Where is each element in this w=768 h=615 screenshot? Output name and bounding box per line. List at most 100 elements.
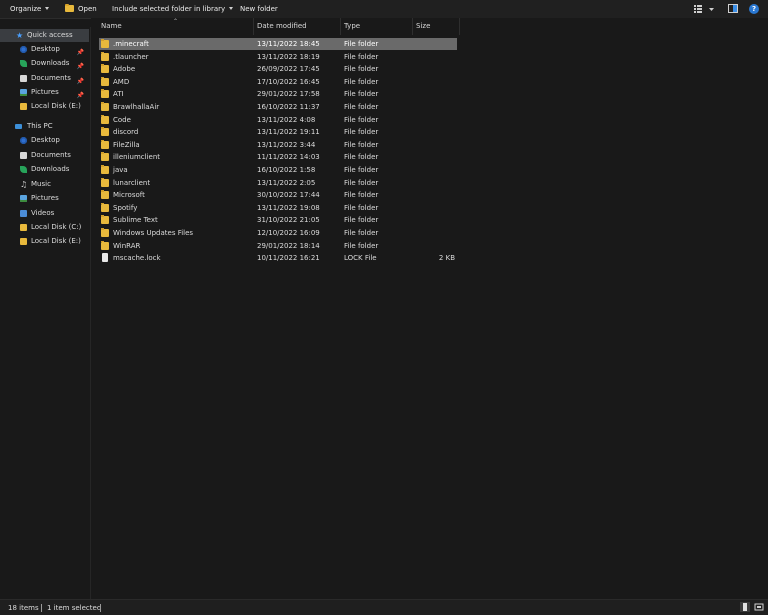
file-row[interactable]: Code 13/11/2022 4:08 File folder xyxy=(99,114,457,126)
file-date: 11/11/2022 14:03 xyxy=(257,153,320,162)
pictures-icon xyxy=(20,195,27,202)
details-view-button[interactable] xyxy=(740,602,750,612)
documents-icon xyxy=(20,75,27,82)
file-date: 13/11/2022 2:05 xyxy=(257,178,316,187)
file-date: 26/09/2022 17:45 xyxy=(257,65,320,74)
folder-icon xyxy=(101,89,109,99)
column-header-type[interactable]: Type xyxy=(344,18,409,35)
file-row[interactable]: mscache.lock 10/11/2022 16:21 LOCK File 2 K… xyxy=(99,252,457,264)
file-date: 31/10/2022 21:05 xyxy=(257,216,320,225)
nav-this-pc[interactable]: This PC xyxy=(0,120,89,133)
nav-item-label: Desktop xyxy=(31,136,60,144)
column-header-name[interactable]: Name xyxy=(101,18,251,35)
selection-count: 1 item selected xyxy=(47,604,102,612)
downloads-icon xyxy=(20,60,27,67)
column-header-date[interactable]: Date modified xyxy=(257,18,337,35)
file-row[interactable]: ATI 29/01/2022 17:58 File folder xyxy=(99,88,457,100)
file-name: Code xyxy=(113,115,131,124)
music-icon: ♫ xyxy=(20,180,28,189)
file-name: Sublime Text xyxy=(113,216,158,225)
folder-icon xyxy=(101,165,109,174)
nav-pc-disk-c[interactable]: Local Disk (C:) xyxy=(0,221,89,234)
nav-pc-videos[interactable]: Videos xyxy=(0,207,89,220)
file-row[interactable]: WinRAR 29/01/2022 18:14 File folder xyxy=(99,240,457,252)
file-date: 16/10/2022 11:37 xyxy=(257,103,320,111)
file-date: 30/10/2022 17:44 xyxy=(257,191,320,200)
file-name: AMD xyxy=(113,77,130,86)
folder-icon xyxy=(101,152,109,162)
help-button[interactable]: ? xyxy=(749,4,759,14)
folder-icon xyxy=(101,202,109,212)
desktop-icon xyxy=(20,46,27,53)
nav-quick-desktop[interactable]: Desktop 📌 xyxy=(0,43,89,56)
folder-icon xyxy=(101,240,109,250)
nav-item-label: Documents xyxy=(31,74,71,82)
open-button[interactable]: Open xyxy=(65,3,97,15)
file-date: 17/10/2022 16:45 xyxy=(257,77,320,86)
column-divider[interactable] xyxy=(459,18,460,35)
file-date: 29/01/2022 18:14 xyxy=(257,241,320,250)
file-type: File folder xyxy=(344,140,379,149)
file-row[interactable]: Sublime Text 31/10/2022 21:05 File folder xyxy=(99,214,457,226)
help-icon: ? xyxy=(751,5,757,13)
large-icons-view-icon xyxy=(754,603,764,611)
file-row[interactable]: FileZilla 13/11/2022 3:44 File folder xyxy=(99,139,457,151)
change-view-button[interactable] xyxy=(694,4,716,14)
file-name: Windows Updates Files xyxy=(113,229,194,237)
column-divider[interactable] xyxy=(340,18,341,35)
folder-icon xyxy=(101,190,109,200)
folder-icon xyxy=(101,139,109,149)
disk-icon xyxy=(20,103,27,110)
nav-quick-access[interactable]: ★ Quick access xyxy=(0,29,89,42)
nav-pc-pictures[interactable]: Pictures xyxy=(0,192,89,205)
nav-quick-downloads[interactable]: Downloads 📌 xyxy=(0,57,89,70)
nav-pc-music[interactable]: ♫ Music xyxy=(0,178,89,191)
file-row[interactable]: AMD 17/10/2022 16:45 File folder xyxy=(99,76,457,88)
file-name: discord xyxy=(113,128,139,137)
preview-pane-button[interactable] xyxy=(728,4,738,14)
file-row[interactable]: java 16/10/2022 1:58 File folder xyxy=(99,164,457,176)
details-view-icon xyxy=(743,603,747,611)
status-divider xyxy=(100,604,101,612)
file-name: Spotify xyxy=(113,203,138,212)
file-type: File folder xyxy=(344,153,379,162)
file-row[interactable]: discord 13/11/2022 19:11 File folder xyxy=(99,126,457,138)
file-row[interactable]: Microsoft 30/10/2022 17:44 File folder xyxy=(99,189,457,201)
nav-quick-pictures[interactable]: Pictures 📌 xyxy=(0,86,89,99)
file-row[interactable]: Spotify 13/11/2022 19:08 File folder xyxy=(99,202,457,214)
column-divider[interactable] xyxy=(253,18,254,35)
folder-icon xyxy=(101,102,109,111)
column-divider[interactable] xyxy=(412,18,413,35)
large-icons-view-button[interactable] xyxy=(754,602,764,612)
include-label: Include selected folder in library xyxy=(112,5,226,13)
nav-pc-desktop[interactable]: Desktop xyxy=(0,134,89,147)
file-list-pane: ⌃ Name Date modified Type Size .minecraf… xyxy=(91,18,768,599)
nav-quick-documents[interactable]: Documents 📌 xyxy=(0,72,89,85)
file-type: File folder xyxy=(344,229,379,237)
file-row[interactable]: Windows Updates Files 12/10/2022 16:09 Fil… xyxy=(99,227,457,239)
nav-quick-disk-e[interactable]: Local Disk (E:) xyxy=(0,100,89,113)
nav-pc-disk-e[interactable]: Local Disk (E:) xyxy=(0,235,89,248)
file-row[interactable]: .minecraft 13/11/2022 18:45 File folder xyxy=(99,38,457,50)
disk-icon xyxy=(20,224,27,231)
file-type: File folder xyxy=(344,178,379,187)
nav-item-label: Downloads xyxy=(31,59,70,67)
file-type: File folder xyxy=(344,203,379,212)
nav-pc-downloads[interactable]: Downloads xyxy=(0,163,89,176)
file-type: File folder xyxy=(344,216,379,225)
folder-icon xyxy=(101,114,109,124)
folder-icon xyxy=(101,228,109,237)
nav-pc-documents[interactable]: Documents xyxy=(0,149,89,162)
nav-item-label: Local Disk (C:) xyxy=(31,223,82,231)
new-folder-button[interactable]: New folder xyxy=(240,3,278,15)
column-header-size[interactable]: Size xyxy=(416,18,456,35)
file-name: FileZilla xyxy=(113,140,140,149)
file-row[interactable]: illeniumclient 11/11/2022 14:03 File folde… xyxy=(99,151,457,163)
file-row[interactable]: BrawlhallaAir 16/10/2022 11:37 File folder xyxy=(99,101,457,113)
file-date: 12/10/2022 16:09 xyxy=(257,229,320,237)
organize-button[interactable]: Organize xyxy=(10,3,50,15)
file-row[interactable]: Adobe 26/09/2022 17:45 File folder xyxy=(99,63,457,75)
file-row[interactable]: .tlauncher 13/11/2022 18:19 File folder xyxy=(99,51,457,63)
include-in-library-button[interactable]: Include selected folder in library xyxy=(112,3,234,15)
file-row[interactable]: lunarclient 13/11/2022 2:05 File folder xyxy=(99,177,457,189)
